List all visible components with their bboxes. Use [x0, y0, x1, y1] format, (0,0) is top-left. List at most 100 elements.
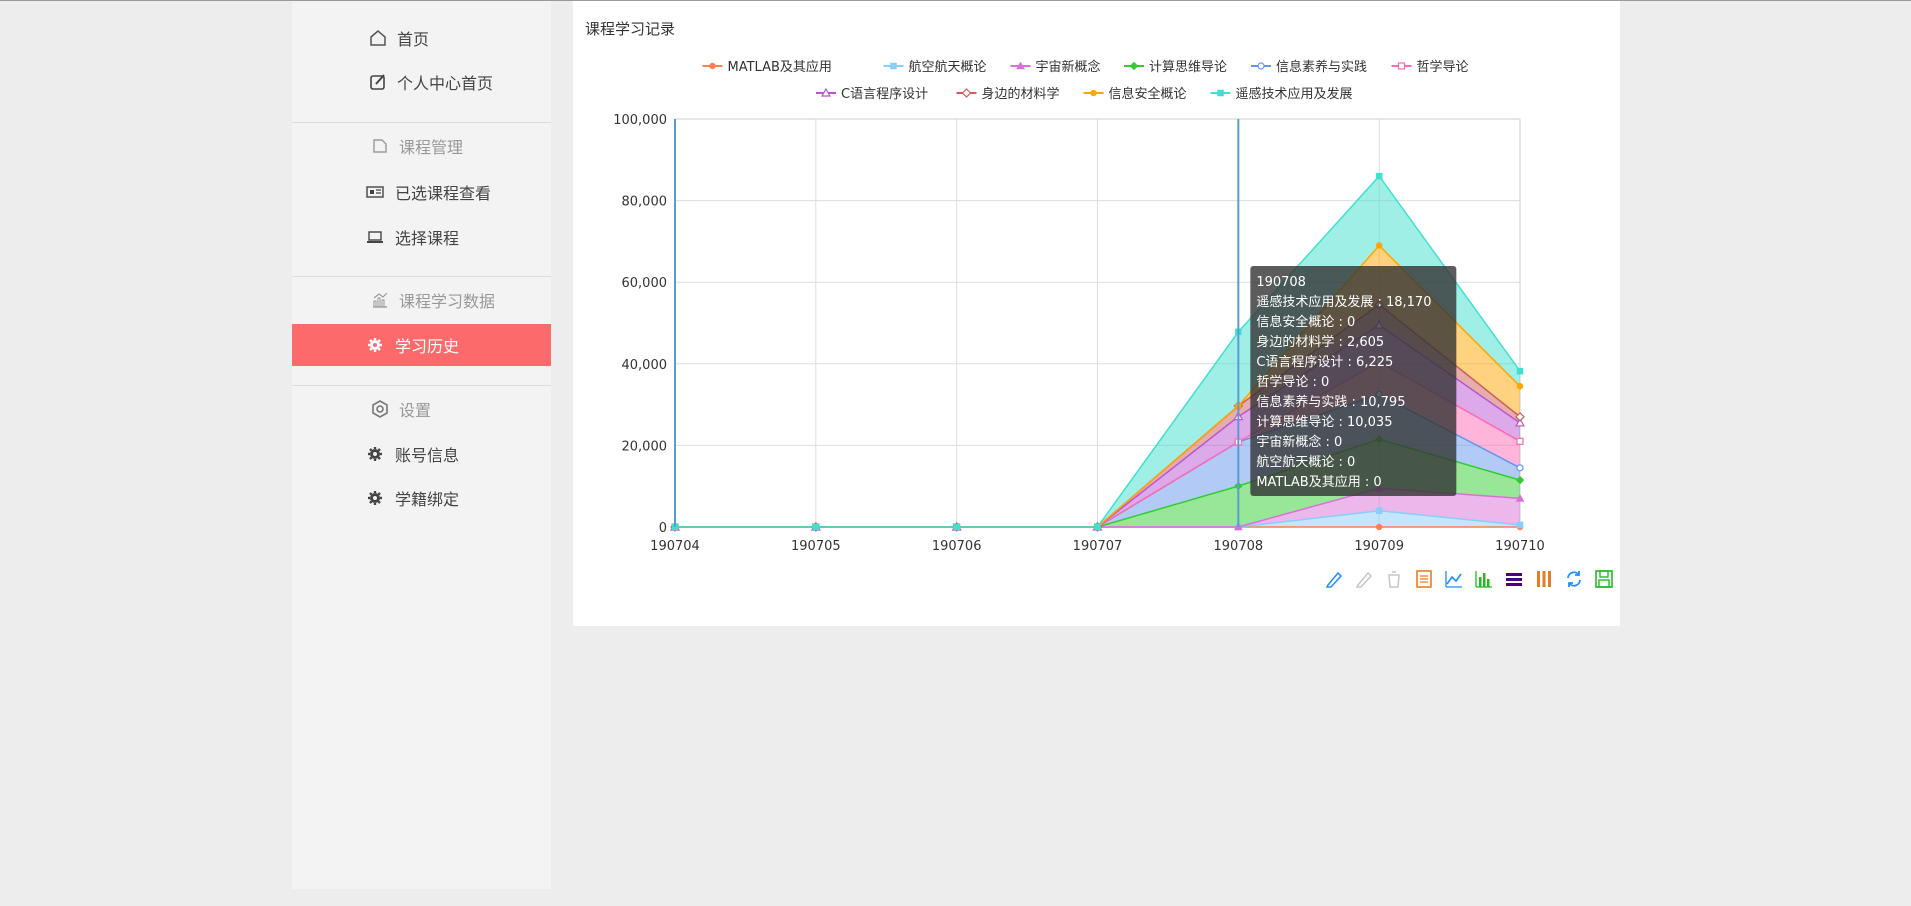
data-point	[1094, 523, 1101, 531]
chart-icon	[370, 290, 390, 310]
nav-settings-label: 设置	[399, 401, 432, 420]
nav-study-history-label: 学习历史	[395, 337, 460, 356]
data-point	[1516, 367, 1524, 375]
nav-study-data-label: 课程学习数据	[399, 292, 496, 311]
divider	[292, 276, 551, 277]
data-point	[1516, 437, 1524, 445]
sidebar: 首页 个人中心首页 课程管理 已选课程查看 选择课程 课程学习数据 学习历史 设…	[292, 1, 551, 889]
y-tick-label: 40,000	[622, 358, 668, 373]
legend-marker	[1129, 61, 1139, 71]
mark-clear-icon[interactable]	[1383, 568, 1405, 590]
nav-profile-home[interactable]: 个人中心首页	[292, 61, 551, 103]
mark-undo-icon[interactable]	[1353, 568, 1375, 590]
data-point	[1516, 464, 1524, 472]
tooltip-title: 190708	[1256, 275, 1306, 290]
tooltip-line: MATLAB及其应用 : 0	[1256, 474, 1381, 490]
save-image-icon[interactable]	[1593, 568, 1615, 590]
x-tick-label: 190705	[791, 539, 841, 554]
data-point	[1375, 242, 1383, 249]
x-tick-label: 190709	[1354, 539, 1404, 554]
nav-group-settings[interactable]: 设置	[292, 388, 551, 430]
legend-item: 信息安全概论	[1109, 86, 1187, 102]
gear-icon	[365, 488, 385, 508]
tooltip-line: 计算思维导论 : 10,035	[1256, 415, 1392, 430]
mark-icon[interactable]	[1323, 568, 1345, 590]
home-icon	[368, 28, 388, 48]
stack-icon[interactable]	[1503, 568, 1525, 590]
legend-item: 计算思维导论	[1149, 60, 1227, 75]
tooltip-line: 哲学导论 : 0	[1256, 374, 1329, 390]
nav-choose-course-label: 选择课程	[395, 229, 460, 248]
study-record-chart[interactable]: 0 20,000 40,000 60,000 80,000 100,000 190704 19…	[573, 1, 1620, 626]
data-point	[1375, 523, 1383, 531]
legend-marker	[1257, 62, 1265, 70]
tooltip-line: 信息安全概论 : 0	[1256, 314, 1355, 330]
data-point	[1375, 507, 1383, 514]
data-view-icon[interactable]	[1413, 568, 1435, 590]
divider	[292, 122, 551, 123]
laptop-icon	[365, 227, 385, 247]
tooltip-line: 身边的材料学 : 2,605	[1256, 334, 1384, 350]
legend-marker	[709, 62, 716, 70]
legend-marker	[1217, 89, 1224, 97]
nav-study-history[interactable]: 学习历史	[292, 324, 551, 366]
tooltip-line: 遥感技术应用及发展 : 18,170	[1256, 294, 1431, 310]
newspaper-icon	[365, 182, 385, 202]
legend-item: MATLAB及其应用	[728, 59, 832, 75]
nav-selected-courses-label: 已选课程查看	[395, 184, 492, 203]
gear-icon	[365, 335, 385, 355]
y-tick-label: 20,000	[622, 439, 668, 454]
nav-group-course-management[interactable]: 课程管理	[292, 125, 551, 167]
nav-home-label: 首页	[397, 30, 430, 49]
data-point	[953, 523, 960, 531]
legend-marker	[961, 88, 972, 98]
nav-account-info-label: 账号信息	[395, 446, 460, 465]
nav-profile-home-label: 个人中心首页	[397, 74, 494, 93]
nav-selected-courses[interactable]: 已选课程查看	[292, 171, 551, 213]
legend-item: 航空航天概论	[909, 59, 987, 75]
tooltip-line: 信息素养与实践 : 10,795	[1256, 394, 1405, 410]
bar-icon[interactable]	[1473, 568, 1495, 590]
folder-icon	[370, 136, 390, 156]
tooltip-line: 宇宙新概念 : 0	[1256, 434, 1342, 450]
divider	[292, 385, 551, 386]
legend-item: 宇宙新概念	[1036, 59, 1101, 75]
data-point	[1516, 382, 1524, 390]
y-tick-label: 80,000	[622, 195, 668, 210]
study-record-panel: 课程学习记录 0 20,000 40,000 60,000 80,000 100,000 1…	[573, 1, 1620, 626]
legend-marker	[1090, 89, 1097, 97]
nav-home[interactable]: 首页	[292, 17, 551, 59]
x-tick-label: 190708	[1214, 539, 1264, 554]
nav-account-info[interactable]: 账号信息	[292, 433, 551, 475]
y-tick-label: 0	[659, 521, 667, 536]
data-point	[1516, 521, 1524, 529]
restore-icon[interactable]	[1563, 568, 1585, 590]
nav-group-study-data[interactable]: 课程学习数据	[292, 279, 551, 321]
y-tick-label: 100,000	[613, 113, 667, 128]
line-icon[interactable]	[1443, 568, 1465, 590]
tooltip-line: C语言程序设计 : 6,225	[1256, 355, 1393, 370]
nav-student-binding-label: 学籍绑定	[395, 490, 460, 509]
legend-marker	[1397, 62, 1406, 70]
tiled-icon[interactable]	[1533, 568, 1555, 590]
edit-icon	[368, 72, 388, 92]
x-tick-label: 190710	[1495, 539, 1545, 554]
settings-icon	[370, 399, 390, 419]
data-point	[812, 523, 820, 531]
legend-item: 信息素养与实践	[1276, 59, 1367, 75]
gear-icon	[365, 444, 385, 464]
y-tick-label: 60,000	[622, 276, 668, 291]
legend-item: 遥感技术应用及发展	[1236, 86, 1353, 102]
legend-marker	[890, 62, 897, 70]
legend-item: 哲学导论	[1417, 59, 1469, 75]
chart-toolbox	[1315, 568, 1615, 590]
nav-choose-course[interactable]: 选择课程	[292, 216, 551, 258]
nav-student-binding[interactable]: 学籍绑定	[292, 477, 551, 519]
x-tick-label: 190706	[932, 539, 982, 554]
legend-item: 身边的材料学	[982, 86, 1060, 102]
legend-item: C语言程序设计	[841, 87, 928, 102]
nav-course-management-label: 课程管理	[399, 138, 464, 157]
data-point	[1375, 172, 1383, 180]
tooltip-line: 航空航天概论 : 0	[1256, 454, 1355, 470]
x-tick-label: 190704	[650, 539, 700, 554]
